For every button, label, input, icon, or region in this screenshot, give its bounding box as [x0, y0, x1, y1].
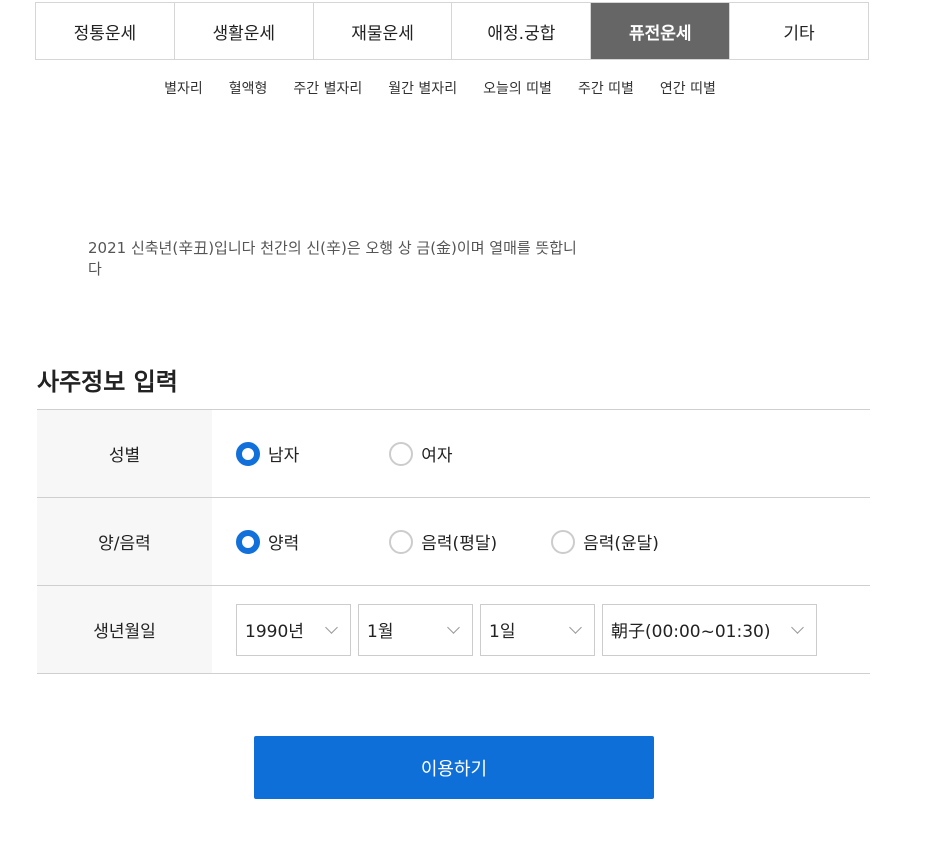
tab-etc[interactable]: 기타 — [730, 3, 868, 59]
fortune-description: 2021 신축년(辛丑)입니다 천간의 신(辛)은 오행 상 금(金)이며 열매… — [88, 239, 577, 278]
year-select[interactable]: 1990년 — [236, 603, 351, 656]
calendar-lunar-label: 음력(평달) — [421, 534, 498, 554]
tab-jaemul[interactable]: 재물운세 — [314, 3, 453, 59]
year-value: 1990년 — [245, 622, 304, 642]
gender-row: 성별 남자 여자 — [37, 410, 870, 498]
gender-options: 남자 여자 — [212, 410, 870, 497]
time-value: 朝子(00:00~01:30) — [611, 622, 771, 642]
radio-unchecked-icon[interactable] — [551, 529, 576, 554]
day-value: 1일 — [489, 622, 516, 642]
chevron-down-icon — [447, 620, 460, 634]
radio-unchecked-icon[interactable] — [389, 529, 414, 554]
radio-checked-icon[interactable] — [236, 441, 260, 466]
calendar-lunar-option[interactable]: 음력(평달) — [389, 529, 497, 554]
day-select[interactable]: 1일 — [480, 603, 595, 656]
sub-tab-constellation[interactable]: 별자리 — [164, 78, 203, 98]
month-value: 1월 — [367, 622, 394, 642]
submit-button[interactable]: 이용하기 — [254, 736, 654, 799]
sub-tab-blood-type[interactable]: 혈액형 — [229, 78, 268, 98]
tab-saenghwal[interactable]: 생활운세 — [175, 3, 314, 59]
time-select[interactable]: 朝子(00:00~01:30) — [602, 603, 817, 656]
birth-label: 생년월일 — [37, 586, 212, 673]
tab-fusion[interactable]: 퓨전운세 — [591, 3, 731, 59]
calendar-solar-option[interactable]: 양력 — [236, 529, 299, 554]
calendar-solar-label: 양력 — [268, 534, 300, 554]
radio-unchecked-icon[interactable] — [389, 441, 414, 466]
gender-label: 성별 — [37, 410, 212, 497]
birth-selects: 1990년 1월 1일 朝子(00:00~01:30) — [212, 586, 870, 673]
chevron-down-icon — [569, 620, 582, 634]
sub-tab-weekly-zodiac[interactable]: 주간 띠별 — [578, 78, 634, 98]
month-select[interactable]: 1월 — [358, 603, 473, 656]
main-tab-bar: 정통운세 생활운세 재물운세 애정.궁합 퓨전운세 기타 — [35, 2, 869, 60]
gender-male-option[interactable]: 남자 — [236, 441, 299, 466]
saju-form: 성별 남자 여자 양/음력 양력 음력(평달) 음력(윤달) 생년월일 1990… — [37, 409, 870, 674]
gender-female-option[interactable]: 여자 — [389, 441, 453, 466]
sub-tab-yearly-zodiac[interactable]: 연간 띠별 — [660, 78, 716, 98]
sub-tab-bar: 별자리 혈액형 주간 별자리 월간 별자리 오늘의 띠별 주간 띠별 연간 띠별 — [0, 78, 880, 98]
calendar-row: 양/음력 양력 음력(평달) 음력(윤달) — [37, 498, 870, 586]
tab-aejeong[interactable]: 애정.궁합 — [452, 3, 592, 59]
calendar-label: 양/음력 — [37, 498, 212, 585]
chevron-down-icon — [325, 620, 338, 634]
radio-checked-icon[interactable] — [236, 529, 260, 554]
birth-row: 생년월일 1990년 1월 1일 朝子(00:00~01:30) — [37, 586, 870, 674]
sub-tab-monthly-constellation[interactable]: 월간 별자리 — [388, 78, 457, 98]
calendar-options: 양력 음력(평달) 음력(윤달) — [212, 498, 870, 585]
gender-male-label: 남자 — [268, 446, 300, 466]
gender-female-label: 여자 — [421, 446, 453, 466]
chevron-down-icon — [791, 620, 804, 634]
tab-jeongtong[interactable]: 정통운세 — [36, 3, 175, 59]
section-title: 사주정보 입력 — [37, 368, 178, 396]
calendar-lunar-leap-label: 음력(윤달) — [583, 534, 659, 554]
calendar-lunar-leap-option[interactable]: 음력(윤달) — [551, 529, 659, 554]
sub-tab-weekly-constellation[interactable]: 주간 별자리 — [293, 78, 362, 98]
sub-tab-daily-zodiac[interactable]: 오늘의 띠별 — [483, 78, 552, 98]
